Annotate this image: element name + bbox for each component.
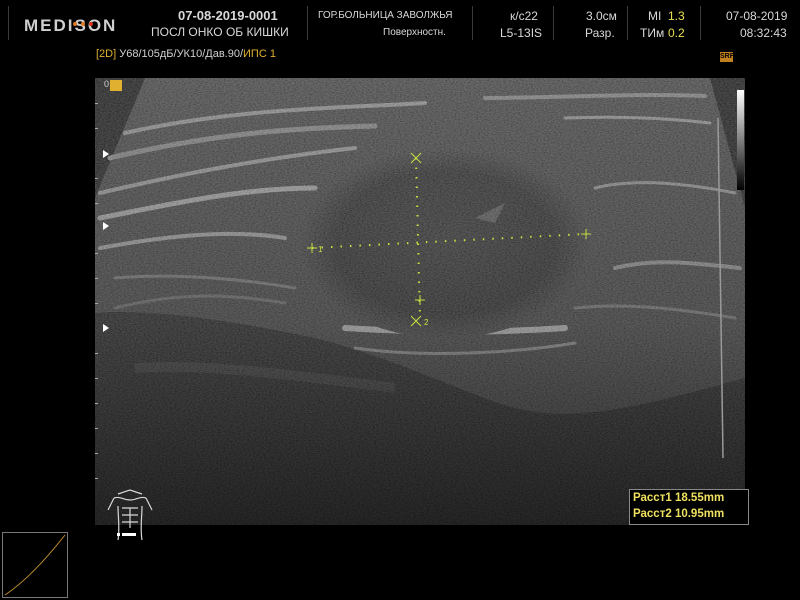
caliper-line-1 xyxy=(311,233,587,249)
grayscale-bar xyxy=(737,90,744,190)
body-marker-icon xyxy=(107,489,153,541)
depth-zero-label: 0 xyxy=(104,79,110,89)
depth-tick xyxy=(95,253,98,254)
depth-tick xyxy=(95,403,98,404)
depth-tick xyxy=(95,303,98,304)
depth-tick xyxy=(95,378,98,379)
depth-tick xyxy=(95,428,98,429)
depth-tick xyxy=(95,203,98,204)
depth-tick xyxy=(95,478,98,479)
caliper-markers[interactable] xyxy=(307,152,591,327)
measurement-1: Расст1 18.55mm xyxy=(630,490,748,506)
depth-tick xyxy=(95,353,98,354)
depth-tick xyxy=(95,103,98,104)
depth-tick xyxy=(95,128,98,129)
caliper-1-label: 1 xyxy=(318,245,323,254)
caliper-line-2 xyxy=(415,157,421,319)
measurement-2: Расст2 10.95mm xyxy=(630,506,748,522)
focus-marker xyxy=(110,80,122,91)
measurement-2-value: 10.95mm xyxy=(674,508,725,520)
measurement-2-label: Расст2 xyxy=(633,508,672,520)
measurement-1-label: Расст1 xyxy=(633,492,672,504)
measurement-results: Расст1 18.55mm Расст2 10.95mm xyxy=(629,489,749,525)
depth-tick xyxy=(95,278,98,279)
caliper-2-label: 2 xyxy=(424,318,429,327)
measurement-1-value: 18.55mm xyxy=(674,492,725,504)
depth-tick xyxy=(95,453,98,454)
focus-arrow-icon xyxy=(103,150,109,158)
gamma-curve-icon xyxy=(2,532,68,598)
focus-arrow-icon xyxy=(103,324,109,332)
focus-arrow-icon xyxy=(103,222,109,230)
depth-tick xyxy=(95,178,98,179)
